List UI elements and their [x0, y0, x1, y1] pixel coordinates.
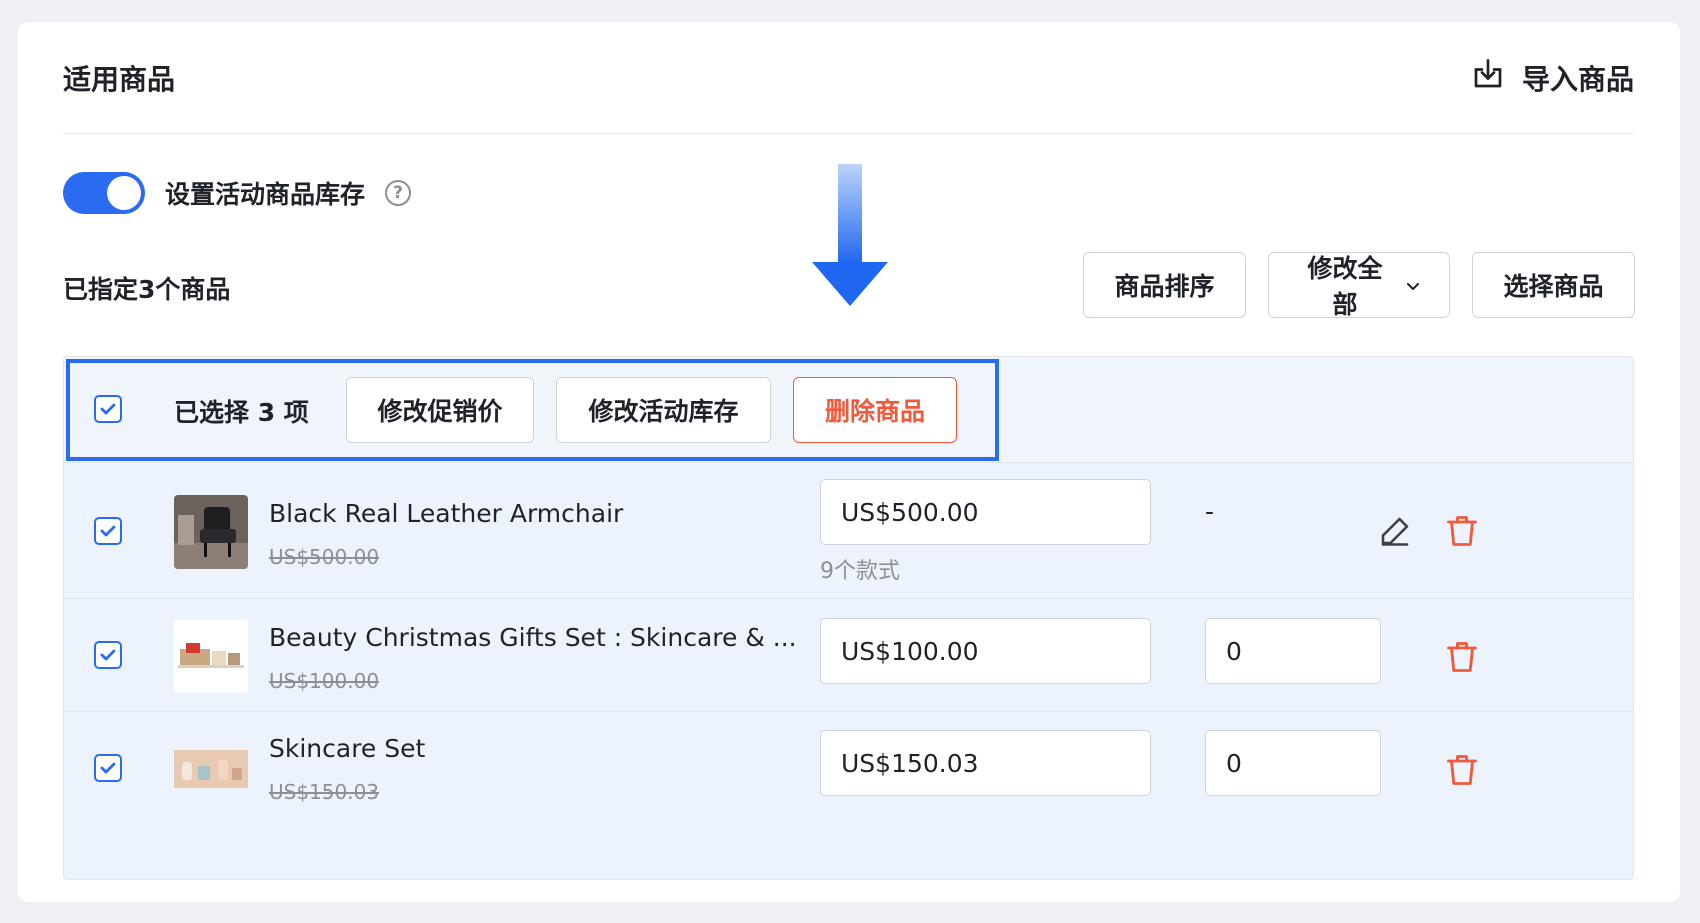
stock-toggle[interactable]: [63, 172, 145, 214]
row-checkbox[interactable]: [94, 641, 122, 669]
promo-price-input[interactable]: [820, 618, 1151, 684]
variants-count: 9个款式: [820, 559, 900, 584]
stock-value: -: [1205, 497, 1215, 526]
toggle-knob: [107, 176, 141, 210]
activity-stock-input[interactable]: [1205, 730, 1381, 796]
import-products-button[interactable]: 导入商品: [1470, 56, 1634, 99]
help-icon[interactable]: ?: [385, 180, 412, 206]
promo-price-input[interactable]: [820, 730, 1151, 796]
down-arrow-annotation: [810, 154, 890, 314]
trash-icon[interactable]: [1444, 752, 1480, 788]
bulk-action-bar: 已选择 3 项 修改促销价 修改活动库存 删除商品: [64, 357, 1633, 463]
assigned-count: 已指定3个商品: [63, 275, 231, 304]
edit-icon[interactable]: [1377, 513, 1413, 549]
sort-products-button[interactable]: 商品排序: [1083, 252, 1246, 318]
product-thumbnail: [174, 619, 248, 693]
stock-setting-row: 设置活动商品库存 ?: [63, 172, 412, 214]
applicable-products-card: 适用商品 导入商品 设置活动商品库存 ? 已指定3个商品 商品排序 修改全部 选…: [18, 22, 1680, 902]
original-price: US$500.00: [269, 545, 380, 569]
chevron-down-icon: [1405, 271, 1421, 300]
table-row: Beauty Christmas Gifts Set : Skincare & …: [64, 599, 1633, 712]
row-checkbox[interactable]: [94, 517, 122, 545]
edit-all-button[interactable]: 修改全部: [1268, 252, 1450, 319]
activity-stock-input[interactable]: [1205, 618, 1381, 684]
promo-price-input[interactable]: [820, 479, 1151, 545]
product-name: Beauty Christmas Gifts Set : Skincare & …: [269, 623, 797, 652]
import-label: 导入商品: [1521, 62, 1634, 96]
select-products-button[interactable]: 选择商品: [1472, 252, 1635, 318]
table-row: Black Real Leather Armchair US$500.00 9个…: [64, 463, 1633, 599]
original-price: US$100.00: [269, 669, 380, 693]
product-table: 已选择 3 项 修改促销价 修改活动库存 删除商品 Black Real Lea…: [63, 356, 1634, 880]
product-name: Skincare Set: [269, 734, 426, 763]
row-checkbox[interactable]: [94, 754, 122, 782]
product-thumbnail: [174, 732, 248, 806]
original-price: US$150.03: [269, 780, 380, 804]
product-name: Black Real Leather Armchair: [269, 499, 624, 528]
table-row: Skincare Set US$150.03: [64, 712, 1633, 825]
trash-icon[interactable]: [1444, 513, 1480, 549]
stock-setting-label: 设置活动商品库存: [165, 180, 366, 209]
edit-all-label: 修改全部: [1307, 254, 1383, 319]
product-toolbar: 商品排序 修改全部 选择商品: [1083, 252, 1635, 319]
trash-icon[interactable]: [1444, 639, 1480, 675]
bulk-bar-highlight-annotation: [66, 359, 999, 461]
card-header: 适用商品 导入商品: [63, 22, 1634, 134]
card-title: 适用商品: [63, 63, 176, 96]
import-icon: [1470, 56, 1506, 99]
product-thumbnail: [174, 495, 248, 569]
